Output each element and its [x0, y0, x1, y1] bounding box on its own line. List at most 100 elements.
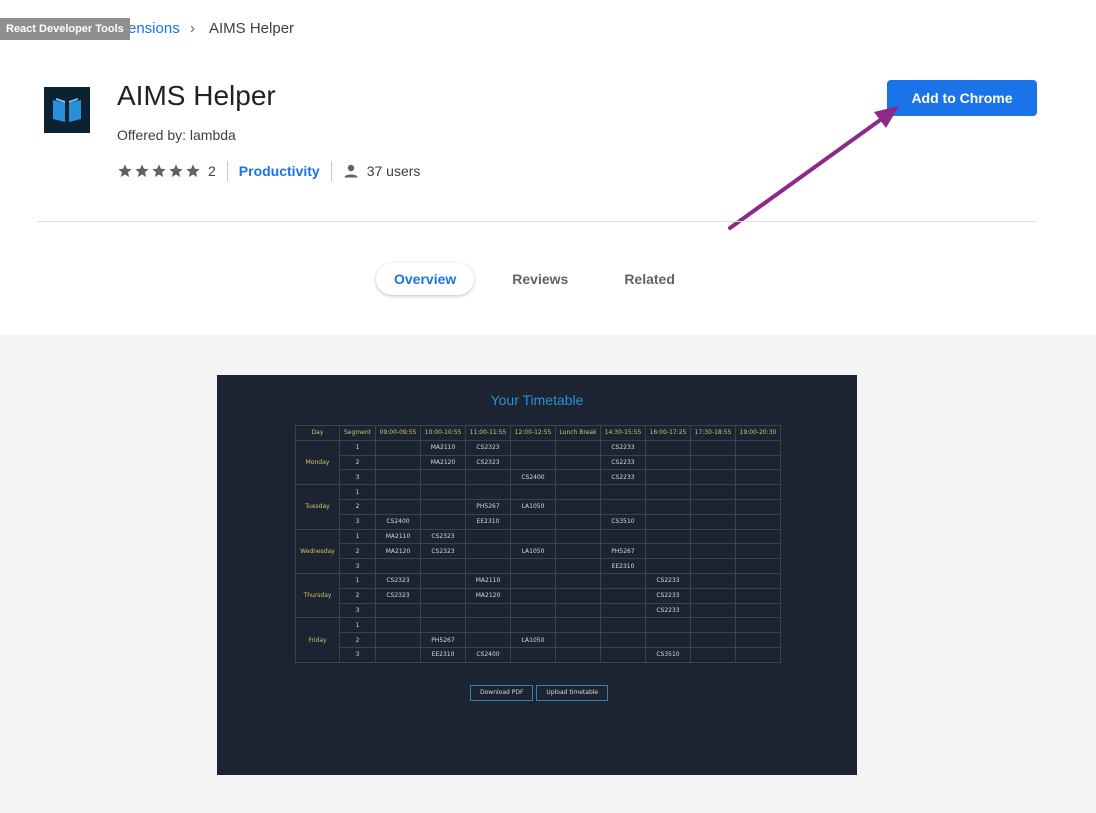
timetable-course-cell: CS2233 [600, 469, 646, 486]
timetable-segment-cell: 3 [339, 513, 376, 530]
page: React Developer Tools ensions › AIMS Hel… [0, 0, 1096, 813]
timetable-course-cell [420, 484, 466, 500]
timetable-segment-cell: 1 [339, 439, 376, 456]
timetable-course-cell [690, 543, 736, 560]
timetable-course-cell [465, 558, 511, 574]
timetable-segment-cell: 1 [339, 572, 376, 589]
timetable-course-cell [465, 484, 511, 500]
timetable-segment-cell: 2 [339, 454, 376, 471]
timetable-course-cell: EE2310 [420, 646, 466, 663]
add-to-chrome-button[interactable]: Add to Chrome [887, 80, 1037, 116]
timetable-course-cell [690, 469, 736, 486]
timetable-course-cell [690, 498, 736, 515]
timetable-header-cell: 14:30-15:55 [600, 425, 646, 441]
timetable-course-cell [735, 484, 781, 500]
screenshot-image[interactable]: Your Timetable Day Segment 09:00-09:55 10:0… [217, 375, 857, 775]
timetable-course-cell [510, 617, 556, 634]
upload-timetable-button[interactable]: Upload timetable [536, 685, 609, 701]
timetable-row: 2 MA2120 CS2323 LA1050 PH5267 [296, 543, 781, 560]
rating-count[interactable]: 2 [208, 163, 216, 179]
timetable-course-cell [645, 484, 691, 500]
timetable-course-cell: CS2323 [420, 528, 466, 545]
devtools-tag[interactable]: React Developer Tools [0, 18, 130, 40]
timetable-header-cell: 16:00-17:25 [645, 425, 691, 441]
star-icon [118, 164, 132, 177]
star-icon [135, 164, 149, 177]
timetable-course-cell [510, 439, 556, 456]
timetable-course-cell [690, 528, 736, 545]
timetable-course-cell [420, 572, 466, 589]
star-icon [169, 164, 183, 177]
timetable-segment-cell: 2 [339, 543, 376, 560]
timetable-course-cell [555, 513, 601, 530]
rating-stars[interactable] [117, 163, 201, 179]
timetable-course-cell [510, 558, 556, 574]
timetable-course-cell [735, 587, 781, 604]
timetable-row: Monday 1 MA2110 CS2323 CS2233 [295, 439, 781, 486]
timetable-course-cell [645, 617, 691, 634]
timetable-course-cell: CS2233 [645, 572, 691, 589]
timetable-course-cell [420, 617, 466, 634]
timetable-course-cell [375, 498, 421, 515]
timetable-course-cell [420, 587, 466, 604]
timetable-course-cell [600, 528, 646, 545]
timetable-course-cell [555, 602, 601, 619]
timetable-table: Day Segment 09:00-09:55 10:00-10:55 11:00-11… [295, 425, 781, 663]
timetable-course-cell [555, 587, 601, 604]
timetable-row: 3 CS2400 EE2310 CS3510 [296, 513, 781, 530]
timetable-day-cell: Thursday [295, 572, 340, 619]
timetable-course-cell [645, 528, 691, 545]
timetable-course-cell: CS3510 [645, 646, 691, 663]
timetable-course-cell: CS2400 [465, 646, 511, 663]
category-link[interactable]: Productivity [239, 163, 320, 179]
timetable-segment-cell: 1 [339, 484, 376, 500]
timetable-course-cell: MA2120 [375, 543, 421, 560]
timetable-course-cell [420, 558, 466, 574]
tab-reviews[interactable]: Reviews [494, 263, 586, 295]
timetable-course-cell [600, 617, 646, 634]
timetable-course-cell: EE2310 [465, 513, 511, 530]
timetable-course-cell [510, 513, 556, 530]
timetable-course-cell [690, 572, 736, 589]
star-icon [152, 164, 166, 177]
timetable-course-cell [645, 498, 691, 515]
timetable-row: Thursday 1 CS2323 MA2110 CS2233 [295, 572, 781, 619]
timetable-course-cell [735, 632, 781, 648]
timetable-course-cell [735, 528, 781, 545]
timetable-segment-cell: 2 [339, 587, 376, 604]
timetable-header-cell: 19:00-20:30 [735, 425, 781, 441]
timetable-course-cell [375, 632, 421, 648]
timetable-course-cell [645, 543, 691, 560]
user-count: 37 users [343, 163, 420, 179]
timetable-course-cell [600, 602, 646, 619]
timetable-row: 3 CS2233 [296, 602, 781, 619]
timetable-course-cell: CS2323 [465, 454, 511, 471]
timetable-row: 3 CS2400 CS2233 [296, 469, 781, 486]
tab-overview[interactable]: Overview [376, 263, 475, 295]
timetable-title: Your Timetable [490, 392, 584, 408]
timetable-course-cell [555, 454, 601, 471]
timetable-course-cell: CS2400 [375, 513, 421, 530]
extension-logo [44, 87, 90, 133]
timetable-header-cell: 12:00-12:55 [510, 425, 556, 441]
star-icon [186, 164, 200, 177]
timetable-row: Tuesday 1 [295, 484, 781, 530]
timetable-course-cell [645, 632, 691, 648]
tab-bar: Overview Reviews Related [376, 263, 693, 295]
timetable-course-cell [510, 572, 556, 589]
download-pdf-button[interactable]: Download PDF [470, 685, 534, 701]
breadcrumb-extensions-link[interactable]: ensions [128, 20, 180, 37]
timetable-course-cell [510, 602, 556, 619]
timetable-course-cell [690, 454, 736, 471]
timetable-course-cell [555, 572, 601, 589]
timetable-course-cell [735, 602, 781, 619]
timetable-day-cell: Wednesday [295, 528, 340, 574]
timetable-course-cell: CS2233 [600, 454, 646, 471]
timetable-course-cell [375, 602, 421, 619]
tab-related[interactable]: Related [606, 263, 693, 295]
timetable-course-cell [465, 617, 511, 634]
timetable-row: Wednesday 1 MA2110 CS2323 [295, 528, 781, 574]
timetable-course-cell [690, 439, 736, 456]
timetable-course-cell: CS2323 [465, 439, 511, 456]
book-icon [53, 98, 81, 122]
